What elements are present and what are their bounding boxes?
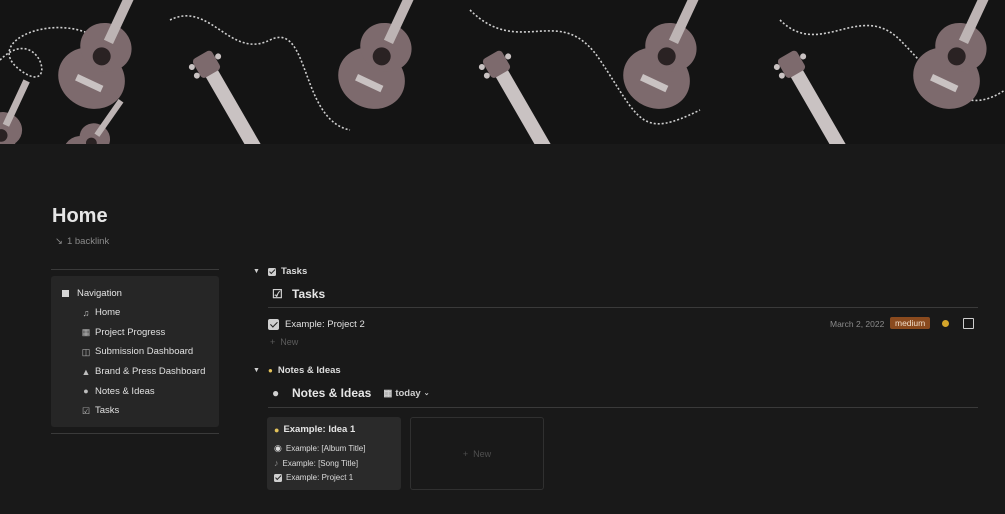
music-note-icon: ♪ [274,458,279,468]
notes-icon: ● [272,386,280,400]
relation-label: Example: Project 1 [286,473,354,482]
checkbox-icon: ☑ [81,405,91,416]
lightbulb-icon: ● [83,386,89,397]
triangle-down-icon[interactable]: ▼ [253,268,263,275]
checkbox-icon [268,267,276,276]
card-relation-song: ♪ Example: [Song Title] [274,458,358,468]
new-label: New [280,337,299,347]
chart-icon: ▦ [81,327,91,338]
view-selector[interactable]: ▦ today ⌄ [383,388,429,399]
card-relation-project: Example: Project 1 [274,473,353,482]
megaphone-icon: ▲ [81,366,91,377]
divider [51,269,219,270]
tasks-db-title[interactable]: ☑ Tasks [272,287,325,301]
guitar-icon: ♫ [82,307,90,318]
task-date: March 2, 2022 [830,319,885,329]
view-label: today [395,387,421,399]
card-title: ● Example: Idea 1 [274,424,355,435]
navigation-list: ♫ Home ▦ Project Progress ◫ Submission Dash… [80,303,206,421]
triangle-down-icon[interactable]: ▼ [253,367,263,374]
chevron-down-icon: ⌄ [423,390,430,397]
gallery-new-card[interactable]: + New [410,417,544,490]
gallery-card[interactable]: ● Example: Idea 1 ◉ Example: [Album Titl… [267,417,401,490]
navigation-heading: Navigation [62,288,122,299]
lightbulb-icon: ● [274,424,280,435]
notes-db-title-label[interactable]: Notes & Ideas [292,386,371,400]
task-checkbox[interactable] [963,318,974,329]
cover-image [0,0,1005,144]
tasks-toggle[interactable]: ▼ Tasks [253,266,307,277]
divider [268,407,978,408]
new-label: New [473,448,492,459]
nav-item-label: Home [95,307,121,319]
inbox-icon: ◫ [81,346,91,357]
plus-icon: + [462,448,469,459]
disc-icon: ◉ [274,443,282,453]
tasks-toggle-label: Tasks [281,266,308,277]
task-done-checkbox[interactable] [268,318,279,330]
nav-item-label: Notes & Ideas [95,385,155,397]
priority-badge: medium [890,317,931,329]
table-row[interactable]: Example: Project 2 March 2, 2022 medium [268,315,978,333]
card-title-label: Example: Idea 1 [283,424,356,435]
task-name[interactable]: Example: Project 2 [285,319,365,330]
notes-toggle-label: Notes & Ideas [277,365,341,376]
tasks-checklist-icon: ☑ [272,287,283,301]
nav-item-tasks[interactable]: ☑ Tasks [80,401,205,421]
nav-item-label: Brand & Press Dashboard [95,366,206,378]
status-dot-icon [942,320,949,327]
arrow-icon: ↘ [55,236,63,247]
nav-item-brand-press-dashboard[interactable]: ▲ Brand & Press Dashboard [80,362,206,382]
divider [51,433,219,434]
checkbox-icon [274,473,282,482]
plus-icon: + [270,337,276,347]
relation-label: Example: [Album Title] [285,444,366,453]
notes-toggle[interactable]: ▼ ● Notes & Ideas [253,365,341,376]
card-relation-album: ◉ Example: [Album Title] [274,443,365,454]
tasks-new-button[interactable]: + New [270,337,298,347]
tasks-db-title-label: Tasks [292,287,326,301]
backlinks-link[interactable]: ↘ 1 backlink [55,236,109,247]
nav-item-submission-dashboard[interactable]: ◫ Submission Dashboard [80,342,205,362]
page-title: Home [52,205,108,227]
nav-item-project-progress[interactable]: ▦ Project Progress [80,323,205,343]
relation-label: Example: [Song Title] [282,458,359,468]
nav-item-home[interactable]: ♫ Home [80,303,205,323]
lightbulb-icon: ● [268,366,273,375]
navigation-callout: Navigation ♫ Home ▦ Project Progress ◫ Subm… [51,276,219,427]
divider [268,307,978,308]
nav-item-label: Submission Dashboard [95,346,194,358]
nav-item-label: Tasks [95,405,120,417]
nav-item-notes-ideas[interactable]: ● Notes & Ideas [80,381,205,401]
notes-db-title: ● Notes & Ideas ▦ today ⌄ [272,386,430,400]
nav-item-label: Project Progress [95,326,166,338]
navigation-heading-label: Navigation [77,288,122,299]
backlink-label: 1 backlink [66,236,110,247]
grid-icon: ▦ [383,387,393,399]
square-icon [62,290,69,297]
